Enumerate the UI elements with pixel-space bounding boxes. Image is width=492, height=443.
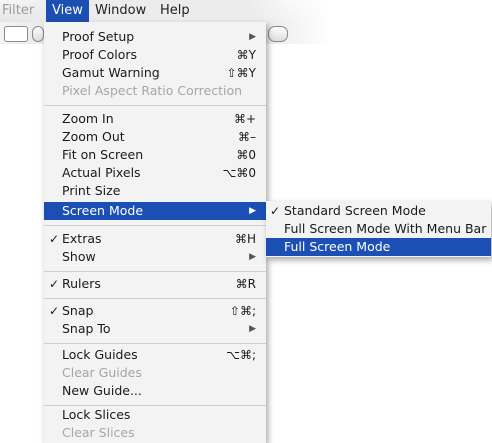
menu-item-shortcut: ⌥⌘; [226, 348, 256, 362]
menu-item-shortcut: ⌥⌘0 [222, 166, 256, 180]
menu-item-proof-colors[interactable]: Proof Colors ⌘Y [44, 46, 266, 64]
submenu-item-label: Full Screen Mode With Menu Bar [284, 221, 487, 236]
checkmark-icon: ✓ [49, 232, 60, 246]
menu-item-screen-mode[interactable]: Screen Mode ▶ [44, 202, 266, 220]
menu-item-label: Extras [62, 231, 102, 246]
menu-item-snap[interactable]: ✓ Snap ⇧⌘; [44, 302, 266, 320]
view-menu: Proof Setup ▶ Proof Colors ⌘Y Gamut Warn… [44, 22, 266, 443]
menubar-item-help[interactable]: Help [160, 0, 190, 22]
menubar-item-filter[interactable]: Filter [2, 0, 34, 22]
menu-item-clear-guides: Clear Guides [44, 364, 266, 382]
menu-separator [44, 343, 266, 344]
menu-item-label: Snap To [62, 321, 111, 336]
menu-item-shortcut: ⌘0 [236, 148, 256, 162]
menu-item-new-guide[interactable]: New Guide... [44, 382, 266, 400]
triangle-right-icon: ▶ [249, 206, 256, 216]
menu-item-label: Pixel Aspect Ratio Correction [62, 83, 243, 98]
menu-item-label: Rulers [62, 276, 101, 291]
menubar-item-view[interactable]: View [46, 0, 89, 22]
menubar-item-window[interactable]: Window [95, 0, 146, 22]
menu-item-fit-on-screen[interactable]: Fit on Screen ⌘0 [44, 146, 266, 164]
toolbar-pill-button[interactable] [268, 26, 288, 42]
screen-mode-submenu: ✓ Standard Screen Mode Full Screen Mode … [266, 201, 491, 257]
menu-item-label: Snap [62, 303, 94, 318]
menu-item-lock-guides[interactable]: Lock Guides ⌥⌘; [44, 346, 266, 364]
menu-separator [44, 298, 266, 299]
submenu-item-label: Full Screen Mode [284, 239, 391, 254]
menu-item-label: Screen Mode [62, 203, 144, 218]
menu-item-lock-slices[interactable]: Lock Slices [44, 406, 266, 424]
menu-item-rulers[interactable]: ✓ Rulers ⌘R [44, 275, 266, 293]
menu-item-extras[interactable]: ✓ Extras ⌘H [44, 230, 266, 248]
menu-item-shortcut: ⌘Y [236, 48, 256, 62]
triangle-right-icon: ▶ [249, 32, 256, 42]
menu-item-clear-slices: Clear Slices [44, 424, 266, 442]
triangle-right-icon: ▶ [249, 252, 256, 262]
menu-item-label: Lock Slices [62, 407, 131, 422]
menu-item-shortcut: ⌘+ [233, 112, 256, 126]
menu-item-label: New Guide... [62, 383, 142, 398]
menu-item-shortcut: ⇧⌘; [229, 304, 256, 318]
menu-separator [44, 105, 266, 106]
menu-item-show[interactable]: Show ▶ [44, 248, 266, 266]
menu-item-label: Gamut Warning [62, 65, 160, 80]
menu-item-label: Show [62, 249, 96, 264]
menu-item-label: Proof Setup [62, 29, 135, 44]
menu-item-proof-setup[interactable]: Proof Setup ▶ [44, 28, 266, 46]
menu-item-label: Print Size [62, 183, 121, 198]
triangle-right-icon: ▶ [249, 324, 256, 334]
menu-item-label: Proof Colors [62, 47, 137, 62]
menu-item-snap-to[interactable]: Snap To ▶ [44, 320, 266, 338]
menu-item-label: Clear Guides [62, 365, 142, 380]
menu-item-zoom-out[interactable]: Zoom Out ⌘– [44, 128, 266, 146]
toolbar-button[interactable] [32, 26, 44, 42]
menu-item-label: Lock Guides [62, 347, 138, 362]
menu-item-label: Zoom In [62, 111, 114, 126]
checkmark-icon: ✓ [270, 204, 281, 218]
menu-item-pixel-aspect-ratio-correction: Pixel Aspect Ratio Correction [44, 82, 266, 100]
menu-item-label: Zoom Out [62, 129, 125, 144]
toolbar-field[interactable] [4, 26, 28, 42]
menu-separator [44, 225, 266, 226]
submenu-item-standard-screen-mode[interactable]: ✓ Standard Screen Mode [266, 202, 491, 220]
menu-item-shortcut: ⌘– [238, 130, 256, 144]
submenu-item-full-screen-mode-with-menu-bar[interactable]: Full Screen Mode With Menu Bar [266, 220, 491, 238]
menu-item-zoom-in[interactable]: Zoom In ⌘+ [44, 110, 266, 128]
menu-item-shortcut: ⇧⌘Y [226, 66, 256, 80]
checkmark-icon: ✓ [49, 277, 60, 291]
menu-item-gamut-warning[interactable]: Gamut Warning ⇧⌘Y [44, 64, 266, 82]
menu-item-print-size[interactable]: Print Size [44, 182, 266, 200]
submenu-item-full-screen-mode[interactable]: Full Screen Mode [266, 238, 491, 256]
menu-item-label: Actual Pixels [62, 165, 141, 180]
menu-item-shortcut: ⌘R [235, 277, 256, 291]
checkmark-icon: ✓ [49, 304, 60, 318]
submenu-item-label: Standard Screen Mode [284, 203, 426, 218]
menu-item-label: Fit on Screen [62, 147, 144, 162]
menu-item-shortcut: ⌘H [234, 232, 256, 246]
menu-item-actual-pixels[interactable]: Actual Pixels ⌥⌘0 [44, 164, 266, 182]
menu-separator [44, 271, 266, 272]
menu-item-label: Clear Slices [62, 425, 135, 440]
